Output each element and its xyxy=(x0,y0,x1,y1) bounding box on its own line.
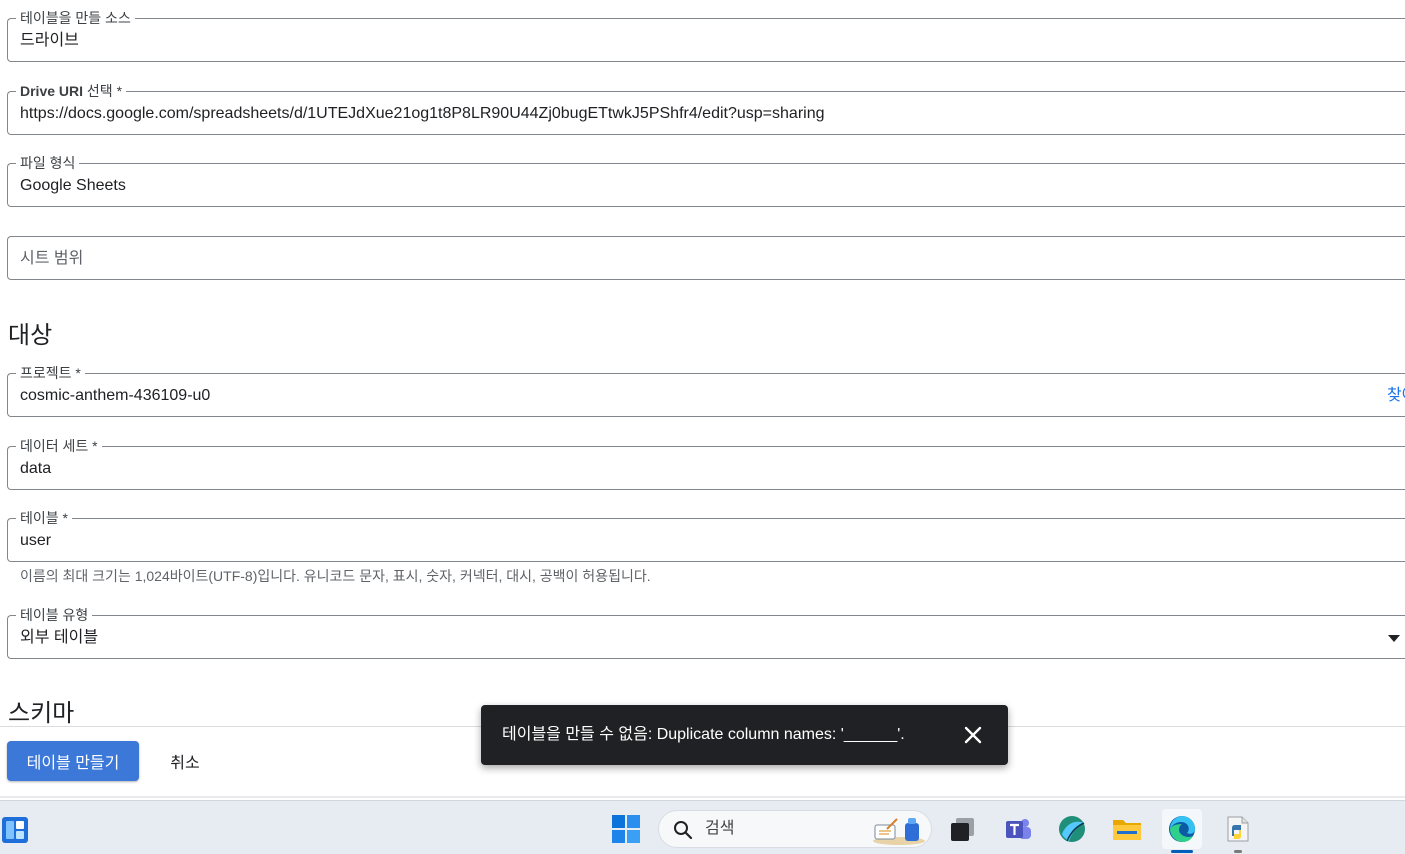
dropdown-arrow-icon xyxy=(1388,635,1400,642)
sheet-range-field[interactable]: 시트 범위 xyxy=(7,236,1405,280)
table-name-value: user xyxy=(20,532,52,549)
drive-uri-label: Drive URI 선택 * xyxy=(16,82,127,100)
dataset-value: data xyxy=(20,460,52,477)
table-type-value: 외부 테이블 xyxy=(20,629,99,646)
create-table-form: 테이블을 만들 소스 드라이브 Drive URI 선택 * https://d… xyxy=(0,0,1405,726)
project-field[interactable]: 프로젝트 * cosmic-anthem-436109-u0 찾아보기 xyxy=(7,364,1405,417)
close-icon[interactable] xyxy=(961,723,985,747)
widgets-icon[interactable] xyxy=(0,809,34,849)
drive-uri-field[interactable]: Drive URI 선택 * https://docs.google.com/s… xyxy=(7,82,1405,135)
source-select[interactable]: 테이블을 만들 소스 드라이브 xyxy=(7,9,1405,62)
taskbar-search-label: 검색 xyxy=(705,820,735,837)
search-icon xyxy=(673,820,693,845)
schema-heading: 스키마 xyxy=(8,700,75,726)
file-format-label: 파일 형식 xyxy=(16,154,80,172)
teams-icon[interactable] xyxy=(998,809,1038,849)
windows-taskbar: 검색 xyxy=(0,800,1405,854)
python-running-indicator xyxy=(1234,850,1242,853)
error-snackbar: 테이블을 만들 수 없음: Duplicate column names: '_… xyxy=(481,705,1008,765)
file-format-value: Google Sheets xyxy=(20,177,126,194)
file-format-select[interactable]: 파일 형식 Google Sheets xyxy=(7,154,1405,207)
page: 테이블을 만들 소스 드라이브 Drive URI 선택 * https://d… xyxy=(0,0,1405,854)
project-value: cosmic-anthem-436109-u0 xyxy=(20,387,211,404)
source-label: 테이블을 만들 소스 xyxy=(16,9,135,27)
python-icon[interactable] xyxy=(1217,809,1257,849)
drive-uri-label-strong: Drive URI xyxy=(20,83,84,99)
search-highlight-icon xyxy=(871,815,927,850)
table-type-select[interactable]: 테이블 유형 외부 테이블 xyxy=(7,606,1405,659)
table-name-hint: 이름의 최대 크기는 1,024바이트(UTF-8)입니다. 유니코드 문자, … xyxy=(20,568,651,584)
table-name-label: 테이블 * xyxy=(16,509,72,527)
project-label: 프로젝트 * xyxy=(16,364,85,382)
start-icon[interactable] xyxy=(606,809,646,849)
sheet-range-placeholder: 시트 범위 xyxy=(20,250,84,267)
create-table-button[interactable]: 테이블 만들기 xyxy=(7,741,139,781)
footer-divider xyxy=(0,796,1405,798)
file-explorer-icon[interactable] xyxy=(1107,809,1147,849)
dataset-label: 데이터 세트 * xyxy=(16,437,102,455)
destination-heading: 대상 xyxy=(8,322,53,349)
cancel-button[interactable]: 취소 xyxy=(158,741,212,781)
table-name-field[interactable]: 테이블 * user xyxy=(7,509,1405,562)
dataset-field[interactable]: 데이터 세트 * data xyxy=(7,437,1405,490)
table-type-label: 테이블 유형 xyxy=(16,606,93,624)
browse-project-link[interactable]: 찾아보기 xyxy=(1387,386,1405,406)
taskbar-search-box[interactable]: 검색 xyxy=(658,810,932,848)
drive-uri-value: https://docs.google.com/spreadsheets/d/1… xyxy=(20,105,825,122)
drive-uri-label-suffix: 선택 * xyxy=(83,83,123,99)
edge-running-indicator xyxy=(1171,850,1193,853)
source-value: 드라이브 xyxy=(20,32,79,49)
edge-icon[interactable] xyxy=(1162,809,1202,849)
app-icon[interactable] xyxy=(1052,809,1092,849)
task-view-icon[interactable] xyxy=(942,809,982,849)
snackbar-message: 테이블을 만들 수 없음: Duplicate column names: '_… xyxy=(502,726,905,743)
